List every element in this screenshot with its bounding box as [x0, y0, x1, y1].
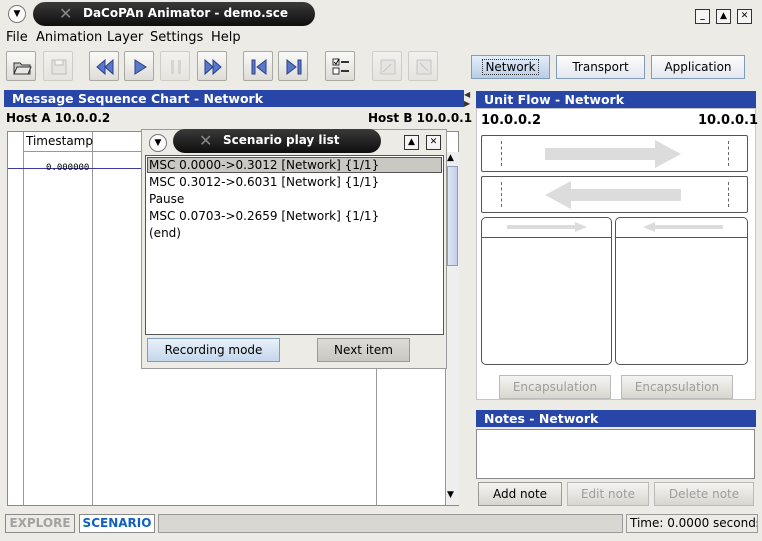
playlist-item[interactable]: MSC 0.0703->0.2659 [Network] {1/1} — [149, 209, 379, 223]
playlist-list[interactable]: MSC 0.0000->0.3012 [Network] {1/1} MSC 0… — [145, 155, 444, 335]
save-button[interactable] — [43, 51, 73, 81]
status-progress-area — [158, 514, 623, 533]
play-icon — [134, 59, 147, 75]
playlist-window: ▼ ✕ Scenario play list ▲ ✕ MSC 0.0000->0… — [141, 129, 447, 369]
next-item-button[interactable]: Next item — [317, 338, 410, 362]
playlist-close-icon[interactable]: ✕ — [426, 135, 441, 150]
divider — [616, 237, 747, 238]
tab-scenario[interactable]: SCENARIO — [79, 514, 155, 533]
playlist-item[interactable]: MSC 0.3012->0.6031 [Network] {1/1} — [149, 175, 379, 189]
edit-note-button[interactable]: Edit note — [567, 482, 649, 506]
unit-flow-area: 10.0.0.2 10.0.0.1 Encapsulation Encapsul… — [476, 108, 759, 400]
window-menu-button[interactable]: ▼ — [8, 5, 26, 23]
open-button[interactable] — [6, 51, 36, 81]
playlist-item[interactable]: Pause — [149, 192, 184, 206]
minimize-icon[interactable]: _ — [695, 9, 710, 24]
pause-icon — [171, 60, 181, 74]
flow-lane-incoming — [481, 176, 748, 213]
playlist-item[interactable]: (end) — [149, 226, 181, 240]
erase-icon — [416, 59, 432, 75]
checklist-button[interactable] — [325, 51, 355, 81]
scroll-up-icon[interactable]: ▲ — [447, 153, 454, 163]
recording-mode-button[interactable]: Recording mode — [147, 338, 280, 362]
delete-note-button[interactable]: Delete note — [654, 482, 754, 506]
unit-flow-left-host: 10.0.0.2 — [481, 113, 542, 128]
playlist-title-bar: ✕ Scenario play list — [173, 129, 381, 153]
step-forward-icon — [286, 58, 302, 76]
rewind-button[interactable] — [89, 51, 119, 81]
scroll-thumb[interactable] — [447, 166, 458, 266]
msc-grid-line — [23, 132, 24, 505]
encapsulation-box-left — [481, 217, 612, 365]
time-display: Time: 0.0000 seconds — [626, 514, 758, 533]
edit-icon — [380, 59, 396, 75]
maximize-icon[interactable]: ▲ — [716, 9, 731, 24]
playlist-title: Scenario play list — [223, 133, 340, 147]
right-arrow-icon — [507, 222, 587, 232]
edit-clear-button[interactable] — [408, 51, 438, 81]
tab-transport[interactable]: Transport — [556, 55, 645, 79]
encapsulation-box-right — [615, 217, 748, 365]
rewind-icon — [96, 58, 114, 76]
msc-grid-line — [92, 132, 93, 505]
edit-button[interactable] — [372, 51, 402, 81]
right-arrow-icon — [545, 140, 681, 168]
tab-network[interactable]: Network — [471, 55, 550, 79]
lane-marker — [501, 182, 502, 207]
menu-animation[interactable]: Animation — [36, 30, 102, 45]
msc-scrollbar[interactable]: ▲ ▼ — [445, 152, 459, 505]
unit-flow-right-host: 10.0.0.1 — [698, 113, 759, 128]
tab-application[interactable]: Application — [651, 55, 745, 79]
menu-file[interactable]: File — [6, 30, 28, 45]
lane-marker — [501, 141, 502, 166]
msc-header: Message Sequence Chart - Network — [4, 90, 464, 107]
window-title: DaCoPAn Animator - demo.sce — [83, 6, 289, 20]
splitter-arrows-icon[interactable]: ◀ ▶ — [464, 90, 472, 110]
title-bar: ✕ DaCoPAn Animator - demo.sce — [33, 2, 315, 26]
scroll-down-icon[interactable]: ▼ — [447, 490, 454, 500]
notes-text-area[interactable] — [476, 429, 755, 479]
app-logo-icon: ✕ — [59, 4, 73, 23]
first-timestamp: 0.000000 — [46, 163, 90, 173]
step-back-icon — [251, 58, 267, 76]
menu-settings[interactable]: Settings — [150, 30, 203, 45]
pause-button[interactable] — [160, 51, 190, 81]
menu-layer[interactable]: Layer — [107, 30, 143, 45]
step-forward-button[interactable] — [278, 51, 308, 81]
lane-marker — [728, 141, 729, 166]
tab-network-label: Network — [482, 59, 539, 75]
fast-forward-icon — [204, 58, 222, 76]
checklist-icon — [332, 58, 349, 75]
left-arrow-icon — [643, 222, 723, 232]
fast-forward-button[interactable] — [197, 51, 227, 81]
timestamp-column-header: Timestamp — [26, 134, 93, 148]
menu-help[interactable]: Help — [211, 30, 241, 45]
playlist-menu-button[interactable]: ▼ — [149, 134, 167, 152]
folder-icon — [13, 62, 32, 75]
step-back-button[interactable] — [243, 51, 273, 81]
disk-icon — [51, 59, 67, 75]
app-logo-icon: ✕ — [199, 131, 213, 150]
playlist-item[interactable]: MSC 0.0000->0.3012 [Network] {1/1} — [149, 158, 379, 172]
encapsulation-right-button[interactable]: Encapsulation — [621, 375, 733, 399]
unit-flow-header: Unit Flow - Network — [476, 91, 756, 108]
host-b-label: Host B 10.0.0.1 — [368, 111, 473, 125]
close-icon[interactable]: ✕ — [737, 9, 752, 24]
lane-marker — [728, 182, 729, 207]
add-note-button[interactable]: Add note — [478, 482, 562, 506]
tab-explore[interactable]: EXPLORE — [5, 514, 75, 533]
notes-header: Notes - Network — [476, 410, 756, 427]
play-button[interactable] — [124, 51, 154, 81]
host-a-label: Host A 10.0.0.2 — [6, 111, 111, 125]
divider — [482, 237, 611, 238]
left-arrow-icon — [545, 181, 681, 209]
encapsulation-left-button[interactable]: Encapsulation — [499, 375, 611, 399]
flow-lane-outgoing — [481, 135, 748, 172]
playlist-shade-icon[interactable]: ▲ — [404, 135, 419, 150]
